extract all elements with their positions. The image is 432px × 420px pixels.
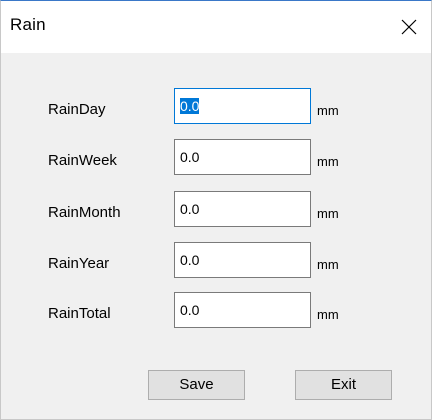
rain-total-unit: mm [317, 307, 339, 322]
rain-year-unit: mm [317, 257, 339, 272]
rain-total-value: 0.0 [180, 302, 200, 318]
rain-day-label: RainDay [48, 101, 106, 118]
rain-total-input[interactable]: 0.0 [174, 292, 311, 328]
rain-month-label: RainMonth [48, 204, 121, 221]
rain-month-unit: mm [317, 206, 339, 221]
rain-dialog: Rain RainDay 0.0 mm RainWeek 0.0 mm Rain… [0, 0, 432, 420]
rain-month-input[interactable]: 0.0 [174, 191, 311, 227]
exit-button[interactable]: Exit [295, 370, 392, 400]
rain-day-value: 0.0 [180, 98, 200, 114]
rain-month-value: 0.0 [180, 201, 200, 217]
rain-week-label: RainWeek [48, 152, 117, 169]
window-title: Rain [10, 15, 46, 34]
rain-year-input[interactable]: 0.0 [174, 242, 311, 278]
close-icon [401, 19, 417, 35]
rain-week-input[interactable]: 0.0 [174, 139, 311, 175]
close-button[interactable] [387, 1, 431, 53]
rain-week-unit: mm [317, 154, 339, 169]
save-button[interactable]: Save [148, 370, 245, 400]
rain-year-label: RainYear [48, 255, 110, 272]
rain-total-label: RainTotal [48, 305, 111, 322]
rain-day-input[interactable]: 0.0 [174, 88, 311, 124]
rain-year-value: 0.0 [180, 252, 200, 268]
rain-week-value: 0.0 [180, 149, 200, 165]
rain-day-unit: mm [317, 103, 339, 118]
title-bar[interactable]: Rain [1, 1, 431, 53]
